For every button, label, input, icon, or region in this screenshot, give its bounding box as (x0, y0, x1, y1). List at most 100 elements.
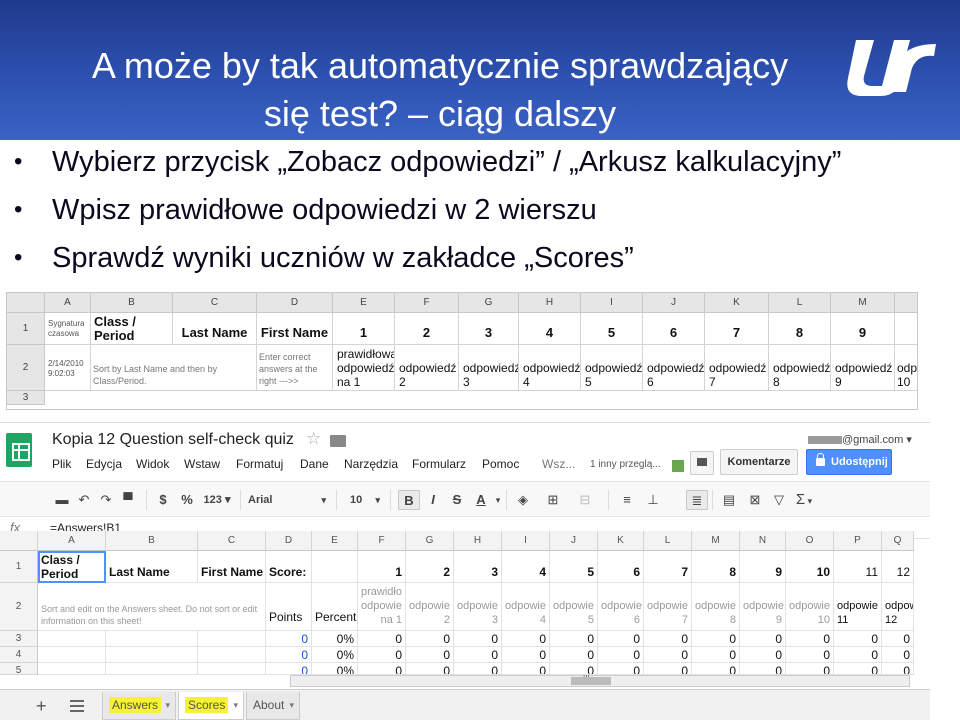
percent-cell[interactable]: 0% (312, 631, 358, 647)
score-cell[interactable]: 0 (740, 631, 786, 647)
column-header[interactable]: M (692, 531, 740, 551)
answer-key-cell[interactable]: odpowie 2 (406, 583, 454, 631)
score-cell[interactable]: 0 (358, 663, 406, 675)
fill-color-icon[interactable]: ◈ (512, 490, 534, 510)
answer-key-cell[interactable]: odpowie 4 (502, 583, 550, 631)
sheets-logo-icon[interactable] (6, 433, 32, 467)
answer-key-cell[interactable]: prawidło odpowie na 1 (358, 583, 406, 631)
share-button[interactable]: Udostępnij (806, 449, 892, 475)
font-size-select[interactable]: 10 ▾ (344, 490, 384, 510)
number-format-button[interactable]: 123 ▾ (200, 490, 234, 510)
strikethrough-button[interactable]: S (446, 490, 468, 510)
column-header[interactable]: D (266, 531, 312, 551)
star-icon[interactable]: ☆ (306, 429, 321, 449)
redo-icon[interactable]: ↷ (96, 490, 116, 510)
menu-insert[interactable]: Wstaw (184, 457, 220, 471)
class-period-cell[interactable] (38, 647, 106, 663)
horizontal-scrollbar[interactable]: III (290, 674, 910, 687)
score-cell[interactable]: 0 (644, 663, 692, 675)
score-cell[interactable]: 0 (358, 647, 406, 663)
answer-key-cell[interactable]: odpowiedź 5 (581, 345, 643, 391)
answer-key-cell[interactable]: odpowie 11 (834, 583, 882, 631)
menu-tools[interactable]: Narzędzia (344, 457, 398, 471)
chevron-down-icon[interactable]: ▾ (492, 490, 504, 510)
first-name-cell[interactable] (198, 647, 266, 663)
bold-button[interactable]: B (398, 490, 420, 510)
score-cell[interactable]: 0 (834, 647, 882, 663)
menu-data[interactable]: Dane (300, 457, 329, 471)
answer-key-cell[interactable]: odpowiedź 3 (459, 345, 519, 391)
score-cell[interactable]: 0 (358, 631, 406, 647)
percent-cell[interactable]: 0% (312, 647, 358, 663)
last-name-header[interactable]: Last Name (106, 551, 198, 583)
tab-answers[interactable]: Answers ▾ (102, 692, 176, 720)
sort-warning-note[interactable]: Sort and edit on the Answers sheet. Do n… (38, 583, 266, 631)
column-header[interactable]: E (312, 531, 358, 551)
question-number[interactable]: 12 (882, 551, 914, 583)
text-color-button[interactable]: A (470, 490, 492, 510)
question-number[interactable]: 7 (644, 551, 692, 583)
answer-key-cell[interactable]: odpowi 12 (882, 583, 914, 631)
score-cell[interactable]: 0 (740, 647, 786, 663)
score-cell[interactable]: 0 (550, 647, 598, 663)
tab-about[interactable]: About ▾ (246, 692, 300, 720)
score-cell[interactable]: 0 (454, 631, 502, 647)
score-cell[interactable]: 0 (550, 663, 598, 675)
score-cell[interactable]: 0 (882, 663, 914, 675)
comments-button[interactable]: Komentarze (720, 449, 798, 475)
font-select[interactable]: Arial ▾ (248, 490, 330, 510)
score-cell[interactable]: 0 (502, 647, 550, 663)
score-header[interactable]: Score: (266, 551, 312, 583)
menu-view[interactable]: Widok (136, 457, 169, 471)
score-cell[interactable]: 0 (502, 631, 550, 647)
question-number[interactable]: 1 (358, 551, 406, 583)
first-name-header[interactable]: First Name (198, 551, 266, 583)
answer-key-cell[interactable]: odpowie 8 (692, 583, 740, 631)
percent-cell[interactable]: 0% (312, 663, 358, 675)
column-header[interactable]: C (198, 531, 266, 551)
paint-format-icon[interactable]: ▀ (118, 490, 138, 510)
score-cell[interactable]: 0 (502, 663, 550, 675)
tab-scores[interactable]: Scores ▾ (178, 692, 244, 720)
question-number[interactable]: 2 (406, 551, 454, 583)
question-number[interactable]: 6 (598, 551, 644, 583)
column-header[interactable]: Q (882, 531, 914, 551)
percent-header[interactable]: Percent (312, 583, 358, 631)
column-header[interactable]: P (834, 531, 882, 551)
score-cell[interactable]: 0 (644, 647, 692, 663)
class-period-header[interactable]: Class / Period (38, 551, 106, 583)
score-cell[interactable]: 0 (786, 631, 834, 647)
percent-format-button[interactable]: % (176, 490, 198, 510)
score-cell[interactable]: 0 (740, 663, 786, 675)
row-header[interactable]: 2 (0, 583, 38, 631)
column-header[interactable]: A (38, 531, 106, 551)
add-sheet-icon[interactable]: + (36, 696, 47, 717)
row-header[interactable]: 3 (0, 631, 38, 647)
comment-icon[interactable]: ▤ (718, 490, 740, 510)
row-header[interactable]: 5 (0, 663, 38, 676)
score-cell[interactable]: 0 (692, 663, 740, 675)
chevron-down-icon[interactable]: ▾ (165, 692, 170, 718)
answer-key-cell[interactable]: odpowie 6 (598, 583, 644, 631)
row-header[interactable]: 4 (0, 647, 38, 663)
first-name-cell[interactable] (198, 663, 266, 675)
answer-key-cell[interactable]: odpowiedź 7 (705, 345, 769, 391)
chat-icon[interactable] (690, 451, 714, 475)
valign-bottom-icon[interactable]: ⊥ (642, 490, 664, 510)
wrap-text-icon[interactable]: ≣ (686, 490, 708, 510)
column-header[interactable]: F (358, 531, 406, 551)
answer-key-cell[interactable]: prawidłowa odpowiedź na 1 (333, 345, 395, 391)
column-header[interactable]: G (406, 531, 454, 551)
column-header[interactable]: O (786, 531, 834, 551)
score-cell[interactable]: 0 (786, 663, 834, 675)
print-icon[interactable]: ▬ (52, 490, 72, 510)
filter-icon[interactable]: ▽ (768, 490, 790, 510)
question-number[interactable]: 4 (502, 551, 550, 583)
question-number[interactable]: 10 (786, 551, 834, 583)
score-cell[interactable]: 0 (406, 663, 454, 675)
score-cell[interactable]: 0 (406, 647, 454, 663)
answer-key-cell[interactable]: odpowie 9 (740, 583, 786, 631)
score-cell[interactable]: 0 (834, 663, 882, 675)
column-header[interactable]: H (454, 531, 502, 551)
score-cell[interactable]: 0 (786, 647, 834, 663)
